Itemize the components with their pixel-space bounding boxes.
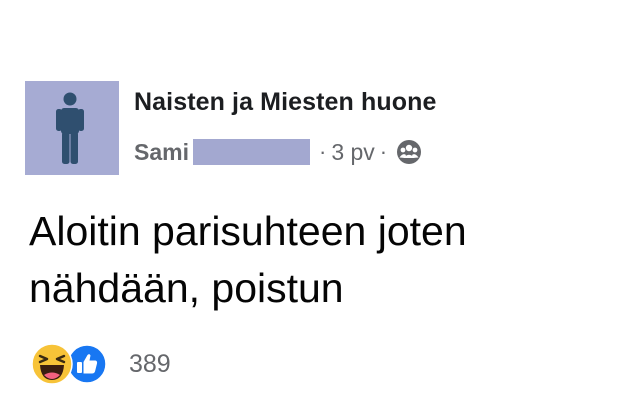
- redacted-surname: [192, 139, 310, 165]
- group-avatar[interactable]: [25, 81, 119, 175]
- haha-reaction-icon: [31, 343, 73, 385]
- meta-separator: ·: [318, 139, 327, 164]
- group-name-link[interactable]: Naisten ja Miesten huone: [134, 88, 436, 117]
- post-body: Aloitin parisuhteen joten nähdään, poist…: [29, 203, 629, 317]
- person-icon: [56, 92, 84, 164]
- post-meta: Sami · 3 pv ·: [134, 137, 422, 167]
- post-timestamp-link[interactable]: 3 pv: [331, 139, 374, 166]
- post-body-line: nähdään, poistun: [29, 265, 344, 311]
- reaction-icons: [31, 341, 115, 387]
- like-reaction-icon: [67, 344, 107, 384]
- meta-separator: ·: [379, 139, 388, 164]
- post-body-line: Aloitin parisuhteen joten: [29, 208, 467, 254]
- reaction-count: 389: [129, 349, 171, 378]
- author-name-link[interactable]: Sami: [134, 139, 189, 166]
- group-privacy-icon[interactable]: [396, 139, 422, 165]
- reactions-summary[interactable]: 389: [31, 341, 171, 387]
- facebook-post: Naisten ja Miesten huone Sami · 3 pv · A…: [0, 0, 640, 409]
